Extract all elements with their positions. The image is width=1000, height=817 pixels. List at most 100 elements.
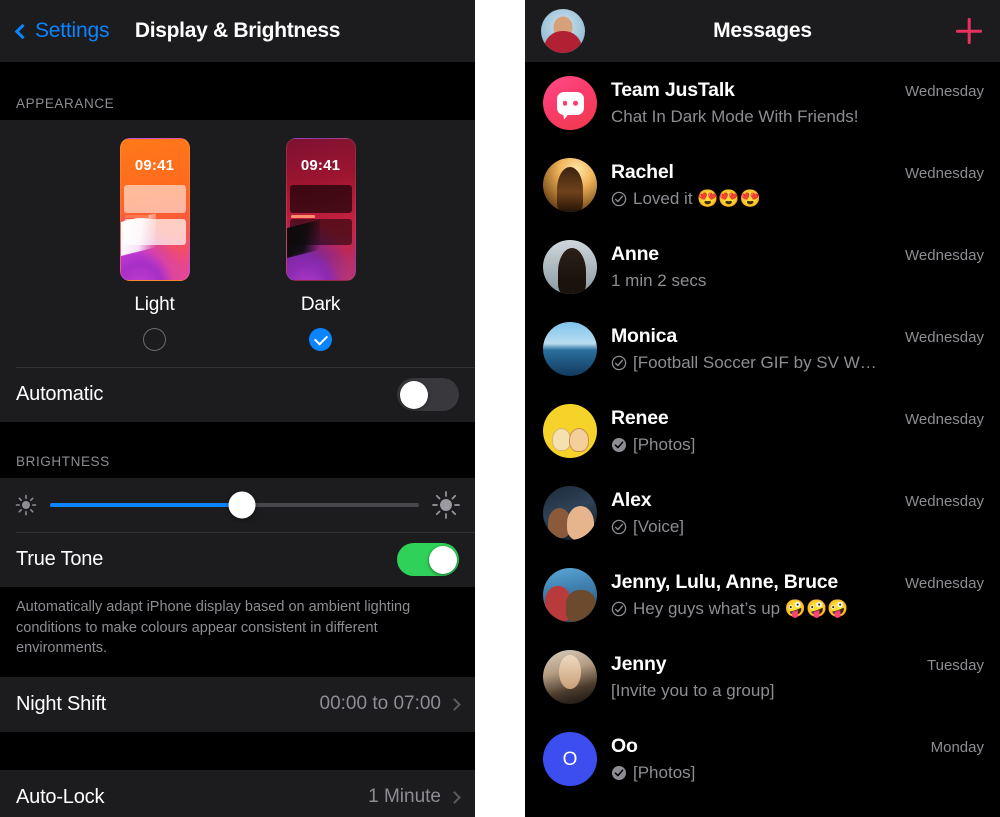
anne-photo-avatar[interactable]: [543, 240, 597, 294]
dark-preview-thumbnail: 09:41: [285, 138, 356, 281]
conversation-preview: 1 min 2 secs: [611, 271, 707, 290]
conversation-timestamp: Wednesday: [905, 329, 984, 346]
list-item[interactable]: Alex Wednesday [Voice]: [525, 472, 1000, 554]
conversation-timestamp: Monday: [930, 739, 984, 756]
night-shift-label: Night Shift: [16, 692, 107, 715]
conversation-timestamp: Wednesday: [905, 575, 984, 592]
conversation-preview-row: 1 min 2 secs: [611, 271, 984, 291]
group-photo-avatar[interactable]: [543, 568, 597, 622]
back-button-label: Settings: [35, 19, 110, 42]
conversation-preview-row: Hey guys what’s up 🤪🤪🤪: [611, 599, 984, 619]
night-shift-value: 00:00 to 07:00: [319, 693, 442, 715]
read-receipt-outline-icon: [611, 355, 627, 371]
messages-nav-bar: Messages: [525, 0, 1000, 62]
conversation-timestamp: Wednesday: [905, 411, 984, 428]
alex-photo-avatar[interactable]: [543, 486, 597, 540]
dark-preview-hill: [286, 238, 355, 280]
light-theme-label: Light: [134, 294, 175, 315]
conversation-preview: Loved it 😍😍😍: [633, 189, 761, 208]
avatar[interactable]: [541, 9, 585, 53]
dark-theme-radio[interactable]: [309, 328, 332, 351]
light-preview-thumbnail: 09:41: [119, 138, 190, 281]
conversation-name: Jenny: [611, 653, 667, 675]
conversation-header: Monica Wednesday: [611, 325, 984, 348]
justalk-logo-avatar[interactable]: [543, 76, 597, 130]
read-receipt-filled-icon: [612, 438, 626, 452]
brightness-low-icon: [15, 494, 37, 516]
conversation-preview-row: [Voice]: [611, 517, 984, 537]
settings-nav-bar: Settings Display & Brightness: [0, 0, 475, 62]
brightness-high-icon: [432, 491, 460, 519]
conversation-timestamp: Wednesday: [905, 493, 984, 510]
conversation-name: Oo: [611, 735, 638, 757]
dark-preview-band-top: [289, 185, 352, 213]
theme-option-light[interactable]: 09:41 Light: [119, 138, 190, 351]
section-gap-2: [0, 731, 475, 770]
brightness-track[interactable]: [50, 491, 419, 519]
renee-photo-avatar[interactable]: [543, 404, 597, 458]
light-preview-accent-tick: [124, 215, 149, 218]
screenshot-stage: Settings Display & Brightness APPEARANCE…: [0, 0, 1000, 817]
conversation-timestamp: Tuesday: [927, 657, 984, 674]
auto-lock-row[interactable]: Auto-Lock 1 Minute: [0, 769, 475, 817]
conversation-header: Jenny, Lulu, Anne, Bruce Wednesday: [611, 571, 984, 594]
conversation-body: Rachel Wednesday Loved it 😍😍😍: [611, 161, 984, 209]
automatic-toggle-knob: [399, 380, 428, 409]
monica-photo-avatar[interactable]: [543, 322, 597, 376]
conversation-body: Jenny, Lulu, Anne, Bruce Wednesday Hey guy…: [611, 571, 984, 619]
dark-preview-accent-tick: [290, 215, 315, 218]
list-item[interactable]: Team JusTalk Wednesday Chat In Dark Mode W…: [525, 62, 1000, 144]
conversation-header: Rachel Wednesday: [611, 161, 984, 184]
read-receipt-outline-icon: [611, 601, 627, 617]
theme-option-dark[interactable]: 09:41 Dark: [285, 138, 356, 351]
messages-title: Messages: [713, 19, 812, 42]
conversation-preview: Chat In Dark Mode With Friends!: [611, 107, 859, 126]
conversation-preview-row: [Photos]: [611, 435, 984, 455]
conversation-preview: Hey guys what’s up 🤪🤪🤪: [633, 599, 849, 618]
conversation-body: Renee Wednesday [Photos]: [611, 407, 984, 455]
list-item[interactable]: Renee Wednesday [Photos]: [525, 390, 1000, 472]
conversation-body: Team JusTalk Wednesday Chat In Dark Mode W…: [611, 79, 984, 127]
oo-initial-avatar[interactable]: O: [543, 732, 597, 786]
brightness-knob[interactable]: [228, 491, 256, 519]
list-item[interactable]: Monica Wednesday [Football Soccer GIF by S…: [525, 308, 1000, 390]
brightness-fill: [50, 503, 242, 507]
conversation-body: Jenny Tuesday [Invite you to a group]: [611, 653, 984, 701]
conversation-name: Alex: [611, 489, 652, 511]
dark-theme-label: Dark: [300, 294, 341, 315]
section-gap-1: [0, 422, 475, 440]
list-item[interactable]: Jenny Tuesday [Invite you to a group]: [525, 636, 1000, 718]
true-tone-toggle[interactable]: [397, 543, 459, 576]
brightness-slider-row[interactable]: [0, 478, 475, 532]
conversation-name: Rachel: [611, 161, 674, 183]
conversation-preview-row: Loved it 😍😍😍: [611, 189, 984, 209]
list-item[interactable]: Anne Wednesday 1 min 2 secs: [525, 226, 1000, 308]
conversation-header: Jenny Tuesday: [611, 653, 984, 676]
speech-bubble-icon: [556, 91, 584, 115]
conversation-header: Anne Wednesday: [611, 243, 984, 266]
jenny-photo-avatar[interactable]: [543, 650, 597, 704]
list-item[interactable]: Rachel Wednesday Loved it 😍😍😍: [525, 144, 1000, 226]
read-receipt-filled-icon: [612, 766, 626, 780]
conversation-header: Oo Monday: [611, 735, 984, 758]
light-theme-radio[interactable]: [143, 328, 166, 351]
chevron-left-icon: [14, 23, 31, 39]
automatic-label: Automatic: [16, 383, 104, 405]
automatic-toggle[interactable]: [397, 378, 459, 411]
new-message-icon[interactable]: [954, 16, 984, 46]
chevron-right-icon: [448, 697, 461, 711]
light-preview-hill: [120, 236, 189, 280]
list-item[interactable]: Jenny, Lulu, Anne, Bruce Wednesday Hey guy…: [525, 554, 1000, 636]
conversation-name: Jenny, Lulu, Anne, Bruce: [611, 571, 839, 593]
true-tone-row[interactable]: True Tone: [0, 532, 475, 587]
list-item[interactable]: O Oo Monday [Photos]: [525, 718, 1000, 800]
conversation-preview: [Voice]: [633, 517, 685, 536]
night-shift-row[interactable]: Night Shift 00:00 to 07:00: [0, 676, 475, 732]
automatic-appearance-row[interactable]: Automatic: [0, 367, 475, 422]
rachel-photo-avatar[interactable]: [543, 158, 597, 212]
true-tone-label: True Tone: [16, 548, 104, 570]
conversation-preview: [Photos]: [633, 435, 696, 454]
back-to-settings-button[interactable]: Settings: [14, 19, 109, 43]
conversation-timestamp: Wednesday: [905, 247, 984, 264]
conversation-preview-row: [Photos]: [611, 763, 984, 783]
